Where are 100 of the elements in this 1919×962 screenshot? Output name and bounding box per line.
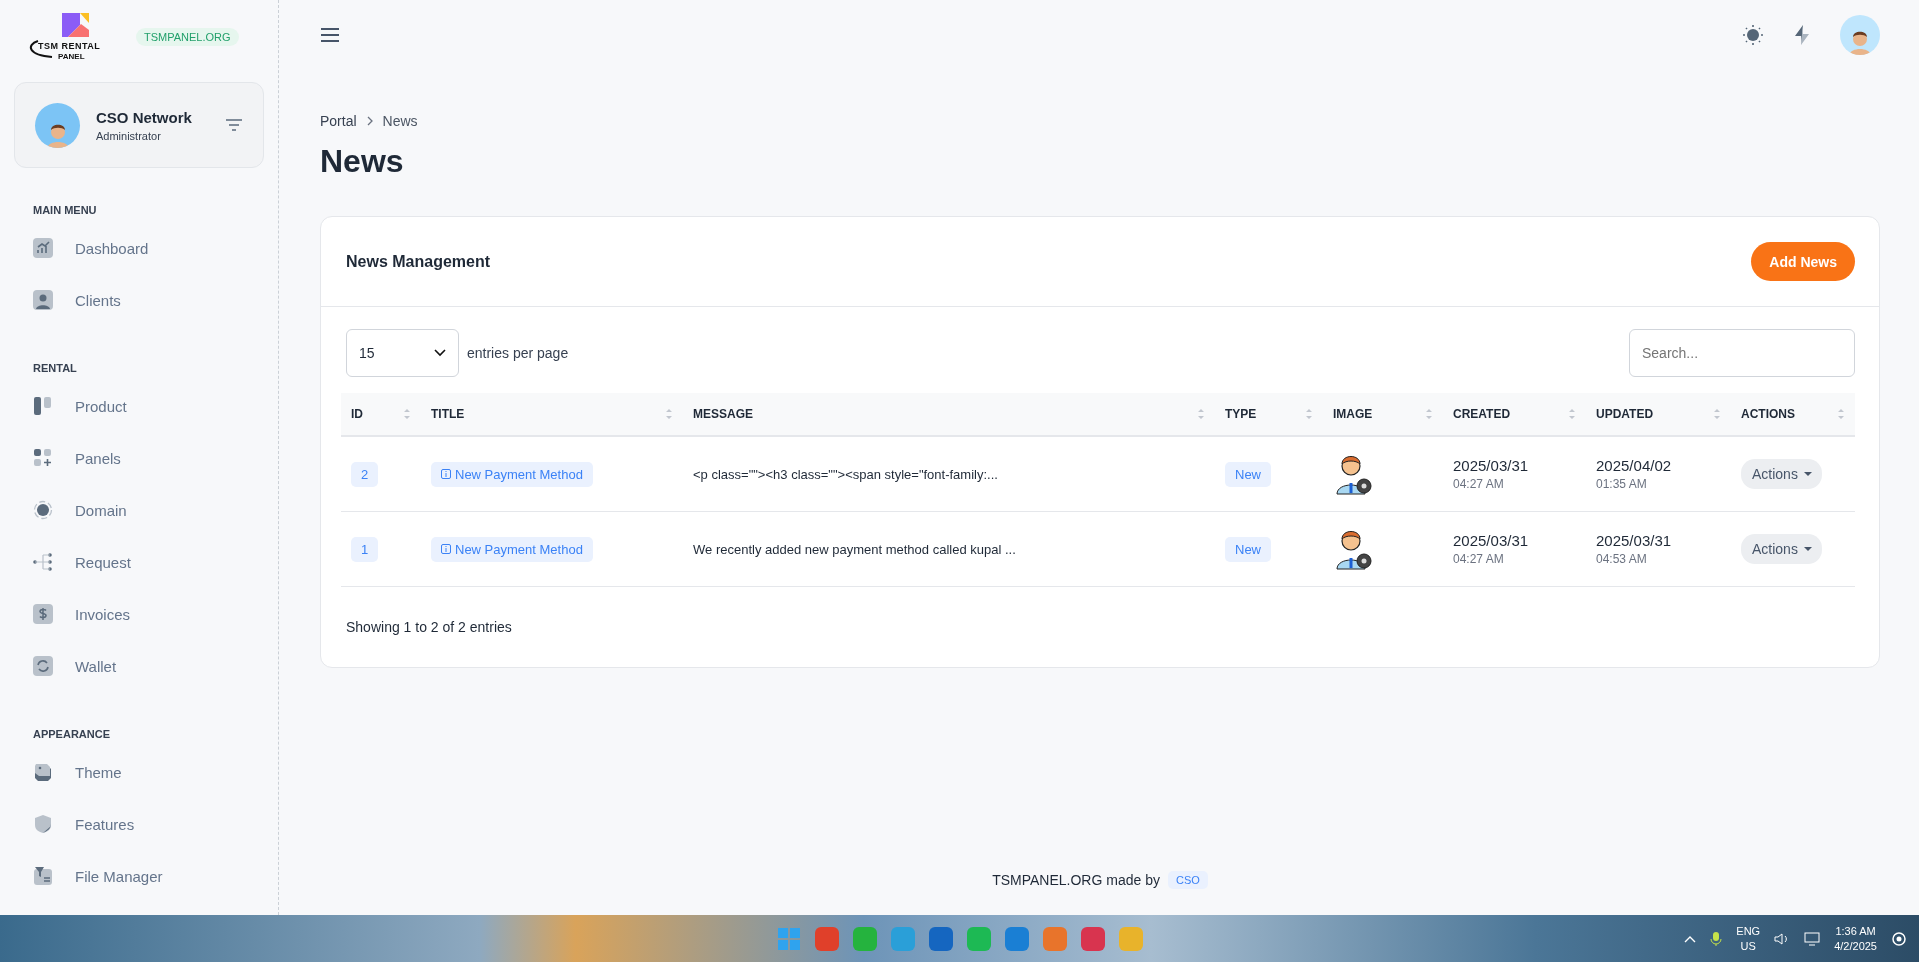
- updated-time: 01:35 AM: [1596, 477, 1648, 491]
- column-header[interactable]: MESSAGE: [693, 407, 753, 421]
- app-icon[interactable]: [1118, 926, 1143, 951]
- notification-icon[interactable]: [1891, 930, 1907, 947]
- sidebar-item[interactable]: Domain: [14, 484, 264, 536]
- sort-icon[interactable]: [1197, 407, 1205, 421]
- grid-icon: [33, 448, 53, 468]
- column-header[interactable]: ID: [351, 407, 363, 421]
- app-icon[interactable]: [1042, 926, 1067, 951]
- menu-icon[interactable]: [320, 27, 340, 43]
- microphone-icon[interactable]: [1710, 930, 1723, 947]
- updated-date: 2025/04/02: [1596, 457, 1673, 474]
- sort-icon[interactable]: [1305, 407, 1313, 421]
- app-icon[interactable]: [852, 926, 877, 951]
- clock-date[interactable]: 4/2/2025: [1834, 938, 1877, 954]
- columns-icon: [33, 396, 53, 416]
- profile-avatar[interactable]: [1840, 15, 1880, 55]
- column-header[interactable]: UPDATED: [1596, 407, 1654, 421]
- sidebar-item[interactable]: Panels: [14, 432, 264, 484]
- info-icon: [441, 544, 451, 554]
- created-date: 2025/03/31: [1453, 532, 1530, 549]
- sun-icon[interactable]: [1742, 24, 1764, 46]
- column-header[interactable]: CREATED: [1453, 407, 1511, 421]
- tree-icon: [33, 552, 53, 572]
- created-date: 2025/03/31: [1453, 457, 1530, 474]
- breadcrumb-item[interactable]: Portal: [320, 113, 357, 129]
- page-size-select[interactable]: 15: [346, 329, 459, 377]
- chevron-up-icon[interactable]: [1684, 934, 1697, 943]
- user-avatar: [35, 102, 80, 148]
- chevron-icon: [366, 116, 373, 126]
- created-time: 04:27 AM: [1453, 477, 1505, 491]
- message-cell-text: <p class=""><h3 class=""><span style="font-family:...: [692, 466, 999, 482]
- column-header[interactable]: ACTIONS: [1741, 407, 1795, 421]
- filter-icon[interactable]: [225, 118, 243, 132]
- app-icon[interactable]: [890, 926, 915, 951]
- search-field[interactable]: Search...: [1629, 329, 1855, 377]
- clock-time[interactable]: 1:36 AM: [1835, 923, 1876, 939]
- sort-icon[interactable]: [1713, 407, 1721, 421]
- user-name: CSO Network: [96, 108, 193, 126]
- logo: TSM RENTAL PANEL: [24, 11, 110, 63]
- region-indicator[interactable]: US: [1740, 938, 1756, 954]
- column-header[interactable]: IMAGE: [1333, 407, 1373, 421]
- entries-summary: Showing 1 to 2 of 2 entries: [345, 618, 513, 637]
- id-badge: 2: [351, 461, 379, 487]
- breadcrumb-item: News: [382, 113, 418, 129]
- app-icon[interactable]: [1004, 926, 1029, 951]
- info-icon: [441, 469, 451, 479]
- app-icon[interactable]: [966, 926, 991, 951]
- sort-icon[interactable]: [1568, 407, 1576, 421]
- column-header[interactable]: TITLE: [431, 407, 465, 421]
- filter-icon: [33, 866, 53, 886]
- target-icon: [33, 500, 53, 520]
- language-indicator[interactable]: ENG: [1736, 923, 1761, 939]
- app-icon[interactable]: [814, 926, 839, 951]
- message-cell-text: We recently added new payment method called kupal ...: [692, 541, 1017, 557]
- sort-icon[interactable]: [1425, 407, 1433, 421]
- menu-heading: MAIN MENU: [32, 204, 98, 216]
- actions-dropdown[interactable]: Actions: [1741, 534, 1822, 564]
- sidebar-item[interactable]: File Manager: [14, 850, 264, 902]
- page-size-label: entries per page: [467, 345, 569, 361]
- type-badge: New: [1225, 461, 1271, 487]
- id-badge: 1: [351, 536, 379, 562]
- column-header[interactable]: TYPE: [1225, 407, 1257, 421]
- updated-time: 04:53 AM: [1596, 552, 1648, 566]
- monitor-icon[interactable]: [1804, 931, 1821, 946]
- chart-icon: [33, 238, 53, 258]
- sidebar-item[interactable]: Invoices: [14, 588, 264, 640]
- caret-icon: [1803, 546, 1812, 552]
- site-badge: TSMPANEL.ORG: [136, 28, 239, 46]
- caret-icon: [1803, 471, 1812, 477]
- footer-text: TSMPANEL.ORG made by: [992, 872, 1160, 888]
- person-icon: [33, 290, 53, 310]
- sidebar-item[interactable]: Features: [14, 798, 264, 850]
- sort-icon[interactable]: [665, 407, 673, 421]
- shield-icon: [33, 814, 53, 834]
- bolt-icon[interactable]: [1794, 24, 1810, 46]
- app-icon[interactable]: [928, 926, 953, 951]
- created-time: 04:27 AM: [1453, 552, 1505, 566]
- footer-badge[interactable]: CSO: [1167, 871, 1208, 889]
- type-badge: New: [1225, 536, 1271, 562]
- dollar-icon: [33, 604, 53, 624]
- card-title: News Management: [346, 252, 491, 271]
- refresh-icon: [33, 656, 53, 676]
- sidebar-item[interactable]: Request: [14, 536, 264, 588]
- sidebar-item[interactable]: Dashboard: [14, 222, 264, 274]
- sort-icon[interactable]: [1837, 407, 1845, 421]
- updated-date: 2025/03/31: [1596, 532, 1673, 549]
- user-role: Administrator: [96, 129, 162, 142]
- sort-icon[interactable]: [403, 407, 411, 421]
- start-icon[interactable]: [776, 926, 801, 951]
- chevron-down-icon: [434, 349, 446, 357]
- sidebar-item[interactable]: Clients: [14, 274, 264, 326]
- menu-heading: RENTAL: [32, 362, 78, 374]
- actions-dropdown[interactable]: Actions: [1741, 459, 1822, 489]
- sidebar-item[interactable]: Product: [14, 380, 264, 432]
- sidebar-item[interactable]: Wallet: [14, 640, 264, 692]
- page-title: News: [320, 143, 405, 180]
- sidebar-item[interactable]: Theme: [14, 746, 264, 798]
- menu-heading: APPEARANCE: [32, 728, 111, 740]
- app-icon[interactable]: [1080, 926, 1105, 951]
